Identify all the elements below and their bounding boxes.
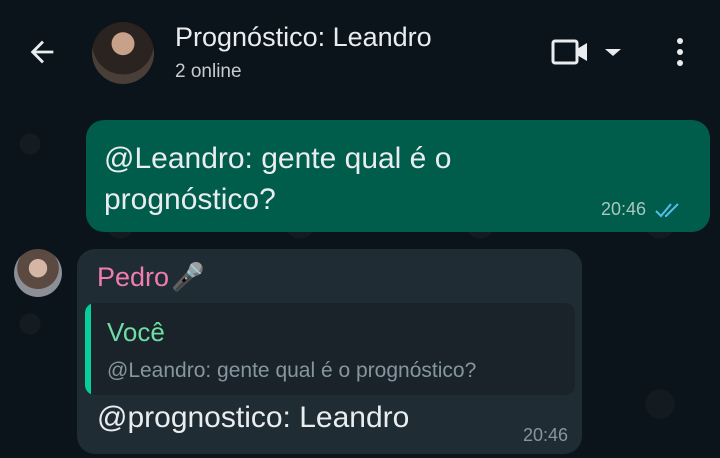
dropdown-caret-icon (605, 49, 621, 56)
quote-author: Você (107, 317, 165, 347)
video-call-button[interactable] (550, 36, 626, 68)
chat-subtitle: 2 online (175, 61, 242, 82)
outgoing-message[interactable]: @Leandro: gente qual é o prognóstico? 20… (86, 120, 710, 232)
incoming-message[interactable]: Pedro 🎤 Você @Leandro: gente qual é o pr… (77, 249, 582, 454)
message-meta: 20:46 (601, 199, 684, 220)
video-call-icon (551, 39, 587, 65)
quote-accent-bar (85, 303, 91, 395)
sender-name-label: Pedro (97, 261, 170, 292)
back-button[interactable] (24, 34, 60, 70)
back-arrow-icon (30, 40, 54, 64)
quoted-message[interactable]: Você @Leandro: gente qual é o prognóstic… (85, 303, 575, 395)
chat-title[interactable]: Prognóstico: Leandro (175, 22, 432, 53)
sender-avatar[interactable] (14, 249, 62, 297)
double-check-icon (655, 202, 679, 217)
chat-header: Prognóstico: Leandro 2 online (0, 0, 720, 104)
microphone-emoji: 🎤 (171, 262, 205, 292)
message-text: @prognostico: Leandro (97, 401, 410, 434)
message-text: @Leandro: gente qual é o prognóstico? (104, 142, 452, 216)
message-time: 20:46 (522, 425, 568, 445)
sender-name[interactable]: Pedro 🎤 (97, 261, 205, 293)
more-vert-icon (677, 38, 683, 66)
quote-text: @Leandro: gente qual é o prognóstico? (107, 359, 477, 382)
message-time: 20:46 (600, 199, 646, 219)
group-avatar[interactable] (92, 22, 154, 84)
more-options-button[interactable] (668, 34, 692, 70)
